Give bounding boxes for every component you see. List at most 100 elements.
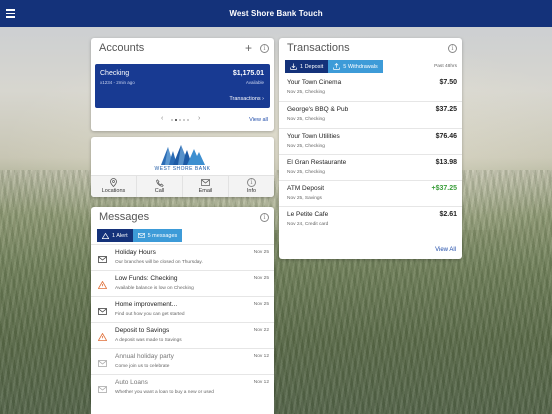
bank-name: WEST SHORE BANK — [154, 166, 211, 172]
message-preview: Come join us to celebrate — [115, 364, 170, 369]
message-preview: Our branches will be closed on Thursday. — [115, 260, 203, 265]
transaction-amount: $7.50 — [439, 79, 457, 86]
transaction-amount: $37.25 — [435, 106, 457, 114]
transaction-name: Your Town Utilities — [287, 132, 340, 140]
checking-account-tile[interactable]: Checking x1234 - 2min ago $1,175.01 Avai… — [95, 64, 270, 108]
messages-tab[interactable]: 5 messages — [132, 229, 183, 242]
message-row[interactable]: Deposit to Savings A deposit was made to … — [91, 322, 274, 348]
deposits-tab[interactable]: 1 Deposit — [285, 60, 329, 73]
app-title: West Shore Bank Touch — [229, 9, 323, 18]
message-row[interactable]: Home improvement... Find out how you can … — [91, 296, 274, 322]
account-available-label: Available — [245, 80, 264, 85]
transaction-name: El Gran Restaurante — [287, 158, 347, 166]
transaction-amount: $2.61 — [439, 211, 457, 219]
withdrawals-tab[interactable]: 5 Withdrawals — [328, 60, 383, 73]
message-date: Nov 12 — [253, 380, 269, 385]
withdrawals-tab-label: 5 Withdrawals — [343, 63, 378, 70]
messages-list: Holiday Hours Our branches will be closed… — [91, 244, 274, 400]
info-icon: i — [247, 178, 256, 187]
info-button[interactable]: i Info — [229, 176, 274, 197]
message-preview: A deposit was made to Savings — [115, 338, 182, 343]
message-row[interactable]: Low Funds: Checking Available balance is … — [91, 270, 274, 296]
envelope-icon — [98, 250, 109, 263]
message-row[interactable]: Auto Loans Whether you want a loan to buy… — [91, 374, 274, 400]
transaction-row[interactable]: Your Town Cinema Nov 25, Checking $7.50 — [279, 75, 462, 101]
chevron-right-icon: › — [262, 96, 264, 102]
messages-tabs: 1 Alert 5 messages — [97, 229, 183, 242]
background-grass — [0, 170, 552, 414]
messages-info-icon[interactable]: i — [260, 213, 269, 222]
info-label: Info — [246, 188, 257, 194]
transactions-list: Your Town Cinema Nov 25, Checking $7.50 Geo… — [279, 75, 462, 233]
message-title: Annual holiday party — [115, 353, 174, 360]
bank-card: WEST SHORE BANK Locations Call Email i I… — [91, 137, 274, 197]
transaction-date-account: Nov 25, Checking — [287, 143, 325, 149]
messages-card: Messages i 1 Alert 5 messages Holiday Ho… — [91, 207, 274, 414]
message-date: Nov 25 — [253, 250, 269, 255]
transaction-name: Your Town Cinema — [287, 79, 342, 86]
call-button[interactable]: Call — [137, 176, 183, 197]
top-bar: West Shore Bank Touch — [0, 0, 552, 27]
alerts-tab-label: 1 Alert — [112, 232, 128, 239]
accounts-view-all-link[interactable]: View all — [249, 117, 268, 123]
message-row[interactable]: Annual holiday party Come join us to cele… — [91, 348, 274, 374]
message-title: Home improvement... — [115, 301, 178, 308]
envelope-icon — [137, 233, 145, 238]
message-preview: Available balance is low on Checking — [115, 286, 194, 291]
transaction-row[interactable]: Your Town Utilities Nov 25, Checking $76.4… — [279, 127, 462, 154]
transaction-name: ATM Deposit — [287, 185, 325, 193]
message-date: Nov 25 — [253, 302, 269, 307]
locations-label: Locations — [101, 188, 126, 194]
bank-actions-bar: Locations Call Email i Info — [91, 175, 274, 197]
pager-dots — [171, 119, 189, 121]
message-date: Nov 25 — [253, 276, 269, 281]
location-pin-icon — [110, 178, 117, 187]
account-balance: $1,175.01 — [232, 70, 264, 77]
transactions-card: Transactions i 1 Deposit 5 Withdrawals P… — [279, 38, 462, 259]
account-transactions-link[interactable]: Transactions › — [229, 96, 264, 102]
locations-button[interactable]: Locations — [91, 176, 137, 197]
account-transactions-link-label: Transactions — [229, 96, 261, 102]
envelope-icon — [98, 354, 109, 367]
transaction-row[interactable]: ATM Deposit Nov 25, Savings +$37.25 — [279, 180, 462, 206]
message-row[interactable]: Holiday Hours Our branches will be closed… — [91, 244, 274, 270]
download-icon — [290, 63, 297, 70]
transaction-date-account: Nov 25, Checking — [287, 90, 325, 95]
message-title: Deposit to Savings — [115, 327, 170, 334]
transaction-row[interactable]: El Gran Restaurante Nov 25, Checking $13.9… — [279, 153, 462, 180]
transaction-row[interactable]: George's BBQ & Pub Nov 25, Checking $37.25 — [279, 101, 462, 127]
transaction-name: George's BBQ & Pub — [287, 106, 349, 114]
phone-icon — [155, 178, 164, 187]
envelope-icon — [98, 302, 109, 315]
transaction-row[interactable]: Le Petite Cafe Nov 24, Credit card $2.61 — [279, 206, 462, 232]
email-button[interactable]: Email — [183, 176, 229, 197]
account-number-updated: x1234 - 2min ago — [100, 80, 135, 85]
hamburger-menu-icon[interactable] — [6, 9, 15, 18]
add-account-plus-icon[interactable]: + — [245, 41, 252, 55]
transaction-amount: $76.46 — [435, 132, 457, 140]
past-48hrs-label: Past 48hrs — [434, 64, 457, 69]
transaction-date-account: Nov 24, Credit card — [287, 222, 329, 228]
transactions-info-icon[interactable]: i — [448, 44, 457, 53]
accounts-title: Accounts — [99, 42, 145, 54]
transactions-title: Transactions — [287, 42, 350, 54]
pager-next-chevron-icon[interactable]: › — [198, 115, 200, 122]
messages-tab-label: 5 messages — [147, 232, 178, 239]
transactions-tabs: 1 Deposit 5 Withdrawals — [285, 60, 383, 73]
warning-icon — [97, 328, 109, 341]
envelope-icon — [201, 179, 210, 186]
warning-icon — [97, 276, 109, 289]
accounts-info-icon[interactable]: i — [260, 44, 269, 53]
deposits-tab-label: 1 Deposit — [300, 63, 324, 70]
alerts-tab[interactable]: 1 Alert — [97, 229, 133, 242]
transaction-amount: $13.98 — [435, 158, 457, 166]
pager-prev-chevron-icon[interactable]: ‹ — [161, 115, 163, 122]
transaction-name: Le Petite Cafe — [287, 211, 329, 219]
transaction-date-account: Nov 25, Savings — [287, 196, 322, 202]
messages-title: Messages — [99, 211, 150, 223]
transaction-date-account: Nov 25, Checking — [287, 117, 325, 123]
upload-icon — [333, 63, 340, 70]
message-date: Nov 22 — [253, 328, 269, 333]
envelope-icon — [98, 380, 109, 393]
transactions-view-all-link[interactable]: View All — [435, 247, 456, 253]
